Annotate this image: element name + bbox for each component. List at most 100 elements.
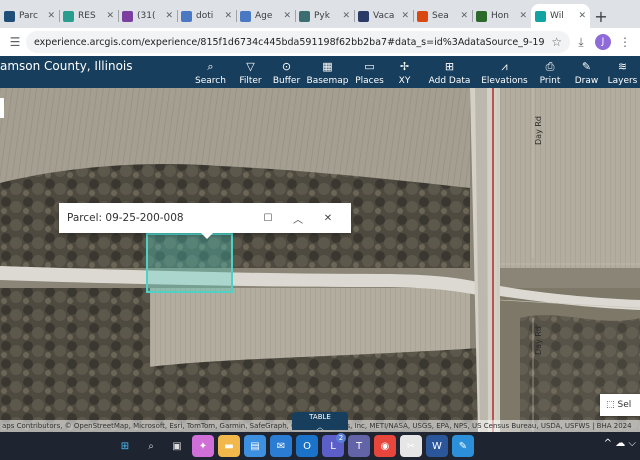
system-tray[interactable]: ^ ☁ ⌵ <box>604 438 636 449</box>
table-label: TABLE <box>309 413 331 421</box>
browser-tab[interactable]: doti ✕ <box>177 4 236 28</box>
tab-label: Pyk <box>314 11 330 21</box>
tab-close-icon[interactable]: ✕ <box>578 11 586 21</box>
copilot-icon[interactable]: ✦ <box>192 435 214 457</box>
tab-label: Wil <box>550 11 564 21</box>
tab-close-icon[interactable]: ✕ <box>47 11 55 21</box>
tool-label: Search <box>195 76 226 86</box>
tool-draw[interactable]: ✎ Draw <box>568 56 605 88</box>
search-icon[interactable]: ⌕ <box>140 435 162 457</box>
avatar: J <box>595 34 611 50</box>
taskbar-icons: ⊞ ⌕ ▣ ✦ ▬ ▤ ✉ O L 2 T ◉ ✂ W ✎ <box>114 433 478 457</box>
windows-start-icon[interactable]: ⊞ <box>114 435 136 457</box>
snipping-tool-icon[interactable]: ✂ <box>400 435 422 457</box>
parcel-highlight[interactable] <box>146 233 233 293</box>
dock-popup-button[interactable]: ☐ <box>253 213 283 224</box>
new-tab-button[interactable]: + <box>590 4 612 28</box>
tool-add-data[interactable]: ⊞ Add Data <box>422 56 477 88</box>
tab-favicon-icon <box>476 10 487 22</box>
tool-buffer[interactable]: ⊙ Buffer <box>270 56 303 88</box>
browser-tab[interactable]: RES ✕ <box>59 4 118 28</box>
print-icon: ⎙ <box>545 60 555 73</box>
browser-tab[interactable]: Age ✕ <box>236 4 295 28</box>
tab-favicon-icon <box>535 10 546 22</box>
draw-icon: ✎ <box>581 60 592 73</box>
tab-close-icon[interactable]: ✕ <box>165 11 173 21</box>
app-title: amson County, Illinois <box>0 59 133 73</box>
notification-badge: 2 <box>336 433 346 443</box>
outlook-icon[interactable]: O <box>296 435 318 457</box>
toolbar: ⌕ Search ▽ Filter ⊙ Buffer ▦ Basemap ▭ Places ✢ XY ⊞… <box>190 56 640 88</box>
task-view-icon[interactable]: ▣ <box>166 435 188 457</box>
tab-close-icon[interactable]: ✕ <box>460 11 468 21</box>
tool-filter[interactable]: ▽ Filter <box>231 56 270 88</box>
tab-favicon-icon <box>299 10 310 22</box>
word-icon[interactable]: W <box>426 435 448 457</box>
tool-label: Layers <box>607 76 638 86</box>
tab-close-icon[interactable]: ✕ <box>519 11 527 21</box>
buffer-icon: ⊙ <box>281 60 292 73</box>
places-icon: ▭ <box>364 60 375 73</box>
tab-close-icon[interactable]: ✕ <box>106 11 114 21</box>
mail-icon[interactable]: ✉ <box>270 435 292 457</box>
tab-label: doti <box>196 11 214 21</box>
tool-places[interactable]: ▭ Places <box>352 56 387 88</box>
tool-label: Places <box>355 76 384 86</box>
side-panel-tab[interactable] <box>0 98 4 118</box>
select-button[interactable]: ⬚ Sel <box>600 394 640 416</box>
tab-label: Age <box>255 11 273 21</box>
tool-label: XY <box>398 76 411 86</box>
tool-elevations[interactable]: ⩘ Elevations <box>477 56 532 88</box>
browser-menu-icon[interactable]: ⋮ <box>614 31 636 53</box>
tool-label: Basemap <box>306 76 349 86</box>
tool-label: Filter <box>239 76 262 86</box>
tab-close-icon[interactable]: ✕ <box>283 11 291 21</box>
table-button[interactable]: TABLE ︿ <box>292 412 348 431</box>
browser-tab[interactable]: Vaca ✕ <box>354 4 413 28</box>
browser-tab[interactable]: Pyk ✕ <box>295 4 354 28</box>
bookmark-star-icon[interactable]: ☆ <box>551 35 562 49</box>
browser-tab[interactable]: Wil ✕ <box>531 4 590 28</box>
tab-label: Hon <box>491 11 509 21</box>
tab-label: (31( <box>137 11 156 21</box>
tab-close-icon[interactable]: ✕ <box>401 11 409 21</box>
tab-favicon-icon <box>4 10 15 22</box>
app-header: amson County, Illinois ⌕ Search ▽ Filter ⊙ Bu… <box>0 56 640 88</box>
road-label-day-rd-south: Day Rd <box>533 326 543 355</box>
chrome-icon[interactable]: ◉ <box>374 435 396 457</box>
store-icon[interactable]: ▤ <box>244 435 266 457</box>
map-view[interactable]: Day Rd Day Rd Parcel: 09-25-200-008 ☐ ︿ … <box>0 88 640 432</box>
site-info-icon[interactable]: ☰ <box>4 31 26 53</box>
tab-close-icon[interactable]: ✕ <box>342 11 350 21</box>
tool-search[interactable]: ⌕ Search <box>190 56 231 88</box>
pen-app-icon[interactable]: ✎ <box>452 435 474 457</box>
road-label-day-rd-north: Day Rd <box>533 116 543 145</box>
tool-label: Elevations <box>481 76 528 86</box>
teams-badge-icon[interactable]: L2 <box>322 433 346 457</box>
browser-tab[interactable]: Parc ✕ <box>0 4 59 28</box>
select-icon: ⬚ <box>606 400 615 410</box>
chevron-up-icon: ︿ <box>316 423 324 431</box>
file-explorer-icon[interactable]: ▬ <box>218 435 240 457</box>
tool-xy[interactable]: ✢ XY <box>387 56 422 88</box>
tab-favicon-icon <box>122 10 133 22</box>
profile-avatar[interactable]: J <box>592 31 614 53</box>
teams-icon[interactable]: T <box>348 435 370 457</box>
browser-tab[interactable]: Hon ✕ <box>472 4 531 28</box>
tab-favicon-icon <box>240 10 251 22</box>
collapse-popup-button[interactable]: ︿ <box>283 211 313 226</box>
close-popup-button[interactable]: ✕ <box>313 213 343 224</box>
download-icon[interactable]: ⤓ <box>570 31 592 53</box>
tab-close-icon[interactable]: ✕ <box>224 11 232 21</box>
address-bar[interactable]: experience.arcgis.com/experience/815f1d6… <box>26 31 570 53</box>
tab-favicon-icon <box>63 10 74 22</box>
browser-tab[interactable]: Sea ✕ <box>413 4 472 28</box>
xy-icon: ✢ <box>399 60 410 73</box>
basemap-icon: ▦ <box>322 60 333 73</box>
tool-basemap[interactable]: ▦ Basemap <box>303 56 352 88</box>
filter-icon: ▽ <box>246 60 255 73</box>
add-data-icon: ⊞ <box>444 60 455 73</box>
browser-tab[interactable]: (31( ✕ <box>118 4 177 28</box>
tool-layers[interactable]: ≋ Layers <box>605 56 640 88</box>
tool-print[interactable]: ⎙ Print <box>532 56 568 88</box>
